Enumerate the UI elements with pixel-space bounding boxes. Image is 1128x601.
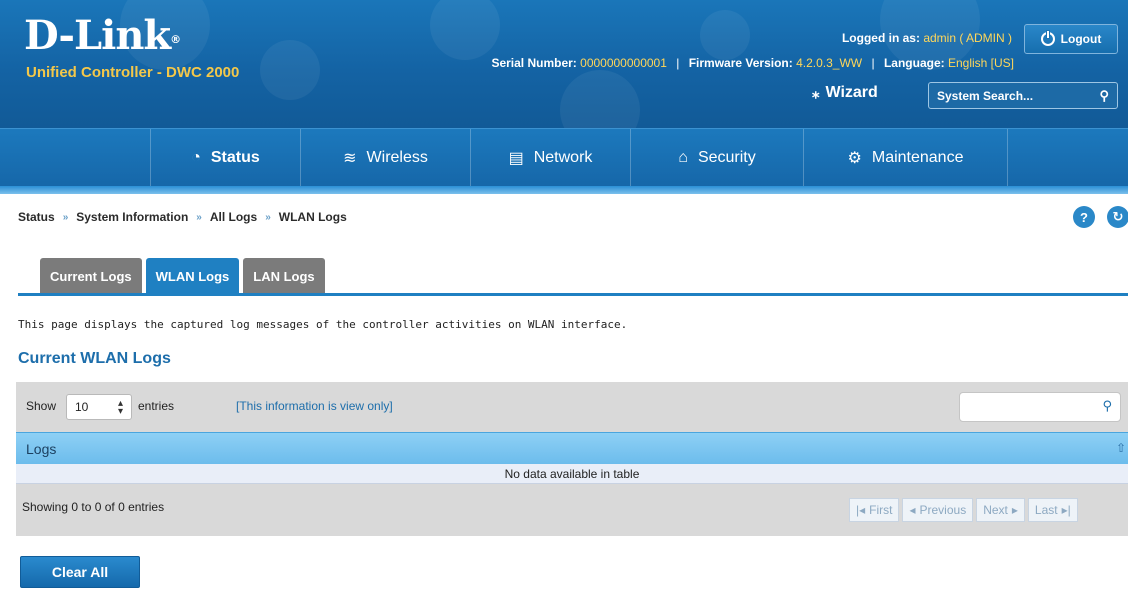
dlink-logo: D-Link® [24, 12, 181, 59]
logged-in-label: Logged in as: [841, 31, 920, 45]
firmware-value: 4.2.0.3_WW [796, 56, 863, 70]
page-size-value: 10 [75, 400, 89, 414]
system-search-placeholder: System Search... [937, 88, 1034, 103]
nav-item-maintenance[interactable]: ⚙ Maintenance [803, 129, 1007, 187]
breadcrumb-separator-icon: » [265, 211, 271, 223]
breadcrumb-item[interactable]: All Logs [210, 210, 257, 224]
view-only-note: [This information is view only] [236, 399, 393, 413]
nav-divider [1007, 129, 1008, 187]
tab-current-logs[interactable]: Current Logs [40, 258, 142, 294]
pager-label: Last [1034, 503, 1058, 517]
monitor-icon: ▤ [508, 150, 524, 167]
page-description: This page displays the captured log mess… [18, 318, 628, 331]
nav-item-label: Status [210, 149, 260, 166]
pager-label: First [869, 503, 893, 517]
pager-next-button[interactable]: Next ▸ [976, 498, 1025, 522]
system-search-input[interactable]: System Search... ⚲ [928, 82, 1118, 109]
nav-item-label: Maintenance [871, 149, 964, 166]
wizard-link[interactable]: ⁎ Wizard [812, 84, 878, 102]
serial-label: Serial Number: [491, 56, 577, 70]
language-label: Language: [883, 56, 945, 70]
table-search-input[interactable]: ⚲ [959, 392, 1121, 422]
breadcrumb-separator-icon: » [196, 211, 202, 223]
logged-in-info: Logged in as: admin ( ADMIN ) [842, 31, 1012, 45]
table-footer: Showing 0 to 0 of 0 entries |◂ First ◂ Pre… [16, 484, 1128, 536]
refresh-icon[interactable]: ↻ [1107, 206, 1128, 228]
serial-value: 0000000000001 [580, 56, 667, 70]
section-title: Current WLAN Logs [18, 350, 171, 367]
nav-item-status[interactable]: ◔ Status [150, 129, 300, 187]
tabs-underline [18, 293, 1128, 296]
stepper-arrows-icon: ▴ ▾ [117, 398, 123, 417]
help-icon[interactable]: ? [1073, 206, 1095, 228]
table-empty-row: No data available in table [16, 464, 1128, 484]
device-info-line: Serial Number: 0000000000001 | Firmware … [491, 56, 1014, 70]
table-info: Showing 0 to 0 of 0 entries [22, 500, 165, 514]
separator: | [871, 56, 875, 70]
pager-label: Previous [919, 503, 967, 517]
breadcrumb-item[interactable]: System Information [76, 210, 188, 224]
entries-label: entries [138, 399, 175, 413]
pagination: |◂ First ◂ Previous Next ▸ Last ▸| [849, 498, 1078, 522]
search-icon[interactable]: ⚲ [1099, 88, 1109, 104]
pager-label: Next [983, 503, 1008, 517]
wizard-label: Wizard [825, 84, 878, 101]
breadcrumb-separator-icon: » [62, 211, 69, 223]
logout-label: Logout [1060, 32, 1102, 46]
first-icon: |◂ [856, 503, 866, 517]
nav-underline [0, 186, 1128, 194]
chevron-left-icon: ◂ [909, 503, 916, 517]
nav-item-security[interactable]: ⌂ Security [630, 129, 803, 187]
header-banner: D-Link® Unified Controller - DWC 2000 Lo… [0, 0, 1128, 128]
nav-item-wireless[interactable]: ≋ Wireless [300, 129, 470, 187]
language-value[interactable]: English [US] [948, 56, 1014, 70]
main-nav: ◔ Status ≋ Wireless ▤ Network ⌂ Security… [0, 128, 1128, 187]
column-header-logs[interactable]: Logs [26, 441, 56, 457]
nav-item-label: Wireless [366, 149, 428, 166]
tab-lan-logs[interactable]: LAN Logs [243, 258, 325, 294]
wifi-icon: ≋ [343, 150, 357, 167]
pager-first-button[interactable]: |◂ First [849, 498, 900, 522]
logged-in-user: admin ( ADMIN ) [923, 31, 1012, 45]
clear-all-button[interactable]: Clear All [20, 556, 140, 588]
lock-icon: ⌂ [678, 149, 688, 166]
page-size-select[interactable]: 10 ▴ ▾ [66, 394, 132, 420]
firmware-label: Firmware Version: [688, 56, 793, 70]
logout-button[interactable]: Logout [1024, 24, 1118, 54]
gears-icon: ⚙ [847, 150, 862, 167]
dashboard-gauge-icon: ◔ [191, 149, 201, 166]
power-icon [1040, 30, 1055, 46]
chevron-right-icon: ▸ [1011, 503, 1018, 517]
nav-item-network[interactable]: ▤ Network [470, 129, 630, 187]
magic-wand-icon: ⁎ [812, 85, 820, 102]
show-label: Show [26, 399, 57, 413]
table-header: Logs ⇧ [16, 432, 1128, 464]
search-icon: ⚲ [1102, 399, 1112, 414]
nav-item-label: Network [533, 149, 593, 166]
sort-up-icon[interactable]: ⇧ [1116, 441, 1126, 455]
log-tabs: Current Logs WLAN Logs LAN Logs [40, 258, 325, 294]
last-icon: ▸| [1061, 503, 1071, 517]
pager-previous-button[interactable]: ◂ Previous [902, 498, 974, 522]
tab-wlan-logs[interactable]: WLAN Logs [145, 258, 240, 294]
table-toolbar: Show 10 ▴ ▾ entries [This information is … [16, 382, 1128, 432]
breadcrumb: Status » System Information » All Logs »… [18, 210, 347, 224]
breadcrumb-current: WLAN Logs [278, 210, 347, 224]
breadcrumb-item[interactable]: Status [18, 210, 55, 224]
pager-last-button[interactable]: Last ▸| [1027, 498, 1078, 522]
separator: | [676, 56, 680, 70]
nav-item-label: Security [697, 149, 756, 166]
product-name: Unified Controller - DWC 2000 [26, 64, 240, 81]
